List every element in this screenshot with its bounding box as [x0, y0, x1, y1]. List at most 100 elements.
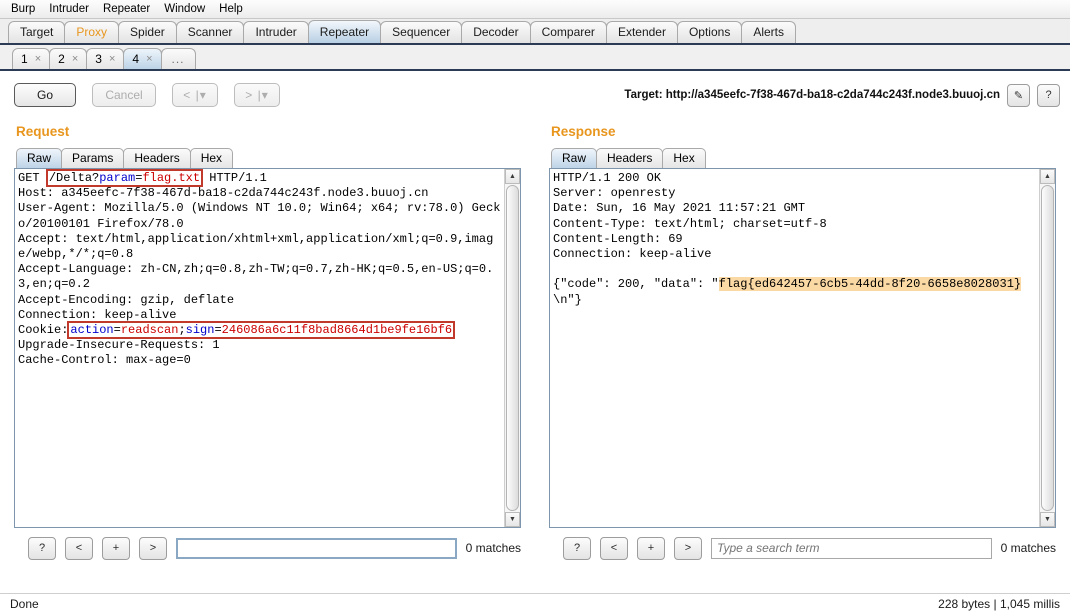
status-message: Done [10, 597, 39, 611]
main-tab-bar: Target Proxy Spider Scanner Intruder Rep… [0, 19, 1070, 45]
response-tab-bar: Raw Headers Hex [549, 146, 1070, 168]
tab-proxy[interactable]: Proxy [64, 21, 120, 43]
close-icon[interactable]: × [146, 49, 152, 69]
response-search-input[interactable] [711, 537, 992, 559]
tab-comparer[interactable]: Comparer [529, 21, 607, 43]
forward-button[interactable]: > |▾ [234, 83, 280, 107]
response-scrollbar[interactable]: ▲ ▼ [1039, 169, 1055, 527]
request-tab-params[interactable]: Params [61, 148, 125, 168]
cookie-selection: action=readscan;sign=246086a6c11f8bad866… [67, 321, 456, 340]
tab-target[interactable]: Target [8, 21, 66, 43]
request-tab-headers[interactable]: Headers [123, 148, 191, 168]
tab-intruder[interactable]: Intruder [243, 21, 309, 43]
cookie-eq-1: = [113, 323, 121, 338]
repeater-tab-2[interactable]: 2 × [49, 48, 88, 69]
tab-options[interactable]: Options [676, 21, 743, 43]
request-find-prev-button[interactable]: < [65, 536, 93, 560]
help-icon[interactable]: ? [1037, 83, 1060, 107]
response-find-help-button[interactable]: ? [563, 536, 591, 560]
repeater-tab-bar: 1 × 2 × 3 × 4 × ... [0, 45, 1070, 71]
request-search-input[interactable] [176, 537, 457, 559]
status-bar: Done 228 bytes | 1,045 millis [0, 593, 1070, 615]
request-find-bar: ? < + > 0 matches [14, 528, 535, 562]
response-tab-raw[interactable]: Raw [551, 148, 598, 168]
repeater-tab-1[interactable]: 1 × [12, 48, 51, 69]
request-scroll-thumb[interactable] [506, 185, 519, 511]
close-icon[interactable]: × [109, 49, 115, 69]
request-http-version: HTTP/1.1 [202, 171, 267, 185]
repeater-tab-1-label: 1 [21, 52, 28, 66]
tab-alerts[interactable]: Alerts [741, 21, 797, 43]
request-find-next-button[interactable]: > [139, 536, 167, 560]
menu-item-burp[interactable]: Burp [4, 1, 42, 18]
cookie-value-action: readscan [120, 323, 179, 338]
request-scrollbar[interactable]: ▲ ▼ [504, 169, 520, 527]
cookie-label: Cookie: [18, 323, 69, 338]
target-area: Target: http://a345eefc-7f38-467d-ba18-c… [624, 83, 1060, 107]
response-tab-hex[interactable]: Hex [662, 148, 706, 168]
scroll-down-icon[interactable]: ▼ [505, 512, 520, 527]
cookie-name-sign: sign [185, 323, 215, 338]
request-find-add-button[interactable]: + [102, 536, 130, 560]
cookie-name-action: action [70, 323, 114, 338]
scroll-down-icon[interactable]: ▼ [1040, 512, 1055, 527]
response-find-bar: ? < + > 0 matches [549, 528, 1070, 562]
request-editor[interactable]: GET /Delta?param=flag.txt HTTP/1.1 Host:… [15, 169, 504, 527]
menu-item-help[interactable]: Help [212, 1, 250, 18]
repeater-tab-3-label: 3 [95, 52, 102, 66]
request-tab-bar: Raw Params Headers Hex [14, 146, 535, 168]
request-match-count: 0 matches [465, 541, 521, 555]
close-icon[interactable]: × [35, 49, 41, 69]
tab-spider[interactable]: Spider [118, 21, 177, 43]
tab-repeater[interactable]: Repeater [307, 20, 382, 43]
response-flag-highlight: flag{ed642457-6cb5-44dd-8f20-6658e802803… [718, 277, 1022, 292]
close-icon[interactable]: × [72, 49, 78, 69]
cancel-button[interactable]: Cancel [92, 83, 156, 107]
response-find-add-button[interactable]: + [637, 536, 665, 560]
request-path: /Delta? [48, 171, 100, 185]
response-scroll-thumb[interactable] [1041, 185, 1054, 511]
request-method: GET [18, 171, 47, 185]
repeater-tab-3[interactable]: 3 × [86, 48, 125, 69]
panes-container: Request Raw Params Headers Hex GET /Delt… [0, 119, 1070, 571]
go-button[interactable]: Go [14, 83, 76, 107]
scroll-up-icon[interactable]: ▲ [505, 169, 520, 184]
cookie-eq-2: = [214, 323, 222, 338]
tab-sequencer[interactable]: Sequencer [380, 21, 463, 43]
tab-extender[interactable]: Extender [605, 21, 678, 43]
request-find-help-button[interactable]: ? [28, 536, 56, 560]
request-param-value: flag.txt [142, 171, 201, 185]
response-scroll-track[interactable] [1040, 184, 1055, 512]
cookie-separator: ; [178, 323, 186, 338]
tab-decoder[interactable]: Decoder [461, 21, 531, 43]
response-editor-box: HTTP/1.1 200 OK Server: openresty Date: … [549, 168, 1056, 528]
menu-bar: Burp Intruder Repeater Window Help [0, 0, 1070, 19]
request-tab-raw[interactable]: Raw [16, 148, 63, 168]
request-param-name: param [99, 171, 136, 185]
request-scroll-track[interactable] [505, 184, 520, 512]
menu-item-window[interactable]: Window [157, 1, 212, 18]
response-find-prev-button[interactable]: < [600, 536, 628, 560]
repeater-tab-2-label: 2 [58, 52, 65, 66]
repeater-tab-4[interactable]: 4 × [123, 48, 162, 69]
request-title: Request [16, 124, 70, 139]
response-headers: HTTP/1.1 200 OK Server: openresty Date: … [553, 171, 827, 262]
menu-item-intruder[interactable]: Intruder [42, 1, 96, 18]
request-headers-bottom: Upgrade-Insecure-Requests: 1 Cache-Contr… [18, 338, 220, 368]
request-tab-hex[interactable]: Hex [189, 148, 234, 168]
response-editor[interactable]: HTTP/1.1 200 OK Server: openresty Date: … [550, 169, 1039, 527]
request-line-selection: /Delta?param=flag.txt [45, 169, 204, 187]
response-find-next-button[interactable]: > [674, 536, 702, 560]
menu-item-repeater[interactable]: Repeater [96, 1, 157, 18]
response-body-prefix: {"code": 200, "data": " [553, 277, 719, 292]
response-title: Response [551, 124, 616, 139]
scroll-up-icon[interactable]: ▲ [1040, 169, 1055, 184]
tab-scanner[interactable]: Scanner [175, 21, 245, 43]
request-editor-box: GET /Delta?param=flag.txt HTTP/1.1 Host:… [14, 168, 521, 528]
back-button[interactable]: < |▾ [172, 83, 218, 107]
repeater-tab-more[interactable]: ... [160, 48, 196, 69]
response-tab-headers[interactable]: Headers [596, 148, 664, 168]
pencil-icon[interactable]: ✎ [1007, 83, 1030, 107]
response-match-count: 0 matches [1000, 541, 1056, 555]
burp-suite-window: Burp Intruder Repeater Window Help Targe… [0, 0, 1070, 615]
